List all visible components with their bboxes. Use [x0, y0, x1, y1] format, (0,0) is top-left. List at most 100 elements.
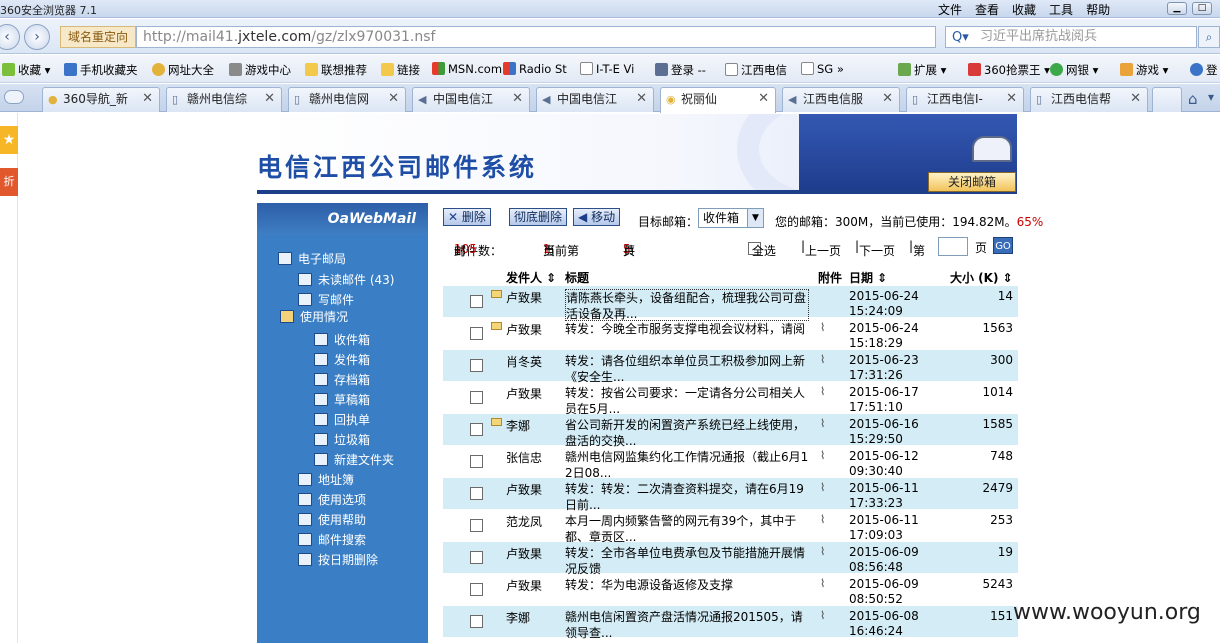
discount-icon[interactable]: 折 — [0, 168, 18, 196]
row-sender[interactable]: 李娜 — [506, 417, 562, 434]
close-mailbox-button[interactable]: 关闭邮箱 — [928, 172, 1016, 192]
table-row[interactable]: 卢致果 转发：转发：二次清查资料提交，请在6月19日前... ⌇ 2015-06… — [443, 478, 1018, 513]
tab-jx-help[interactable]: ▯ 江西电信帮 ✕ — [1030, 87, 1148, 112]
menu-help[interactable]: 帮助 — [1086, 1, 1110, 18]
row-sender[interactable]: 卢致果 — [506, 577, 562, 594]
tab-ct-jx-1[interactable]: ◀ 中国电信江 ✕ — [412, 87, 530, 112]
row-subject[interactable]: 转发：华为电源设备返修及支撑 — [565, 577, 809, 609]
close-icon[interactable]: ✕ — [636, 88, 647, 110]
fav-login[interactable]: 登录 -- — [655, 62, 706, 78]
tab-list-icon[interactable]: ▾ — [1208, 90, 1214, 104]
row-subject[interactable]: 转发：转发：二次清查资料提交，请在6月19日前... — [565, 481, 809, 513]
sidebar-item-delete-by-date[interactable]: 按日期删除 — [298, 551, 378, 568]
sidebar-item-compose[interactable]: 写邮件 — [298, 291, 354, 308]
row-checkbox[interactable] — [470, 423, 483, 436]
close-icon[interactable]: ✕ — [758, 88, 769, 110]
fav-games[interactable]: 游戏中心 — [229, 62, 291, 78]
delete-button[interactable]: ✕ 删除 — [443, 208, 491, 226]
star-icon[interactable]: ★ — [0, 126, 18, 154]
sidebar-item-receipts[interactable]: 回执单 — [314, 411, 370, 428]
menu-tools[interactable]: 工具 — [1049, 1, 1073, 18]
sidebar-item-unread[interactable]: 未读邮件 (43) — [298, 271, 394, 288]
tab-360-nav[interactable]: ● 360导航_新 ✕ — [42, 87, 160, 112]
header-size[interactable]: 大小 (K) ⇕ — [950, 269, 1013, 286]
row-checkbox[interactable] — [470, 551, 483, 564]
row-subject[interactable]: 转发：按省公司要求：一定请各分公司相关人员在5月... — [565, 385, 809, 417]
row-checkbox[interactable] — [470, 583, 483, 596]
maximize-icon[interactable]: □ — [1192, 2, 1212, 15]
fav-tickets[interactable]: 360抢票王 ▾ — [968, 62, 1050, 78]
fav-login-2[interactable]: 登 — [1190, 62, 1218, 78]
close-icon[interactable]: ✕ — [142, 88, 153, 110]
row-sender[interactable]: 李娜 — [506, 609, 562, 626]
tab-ct-jx-2[interactable]: ◀ 中国电信江 ✕ — [536, 87, 654, 112]
row-sender[interactable]: 张信忠 — [506, 449, 562, 466]
table-row[interactable]: 肖冬英 转发：请各位组织本单位员工积极参加网上新《安全生... ⌇ 2015-0… — [443, 350, 1018, 385]
row-sender[interactable]: 卢致果 — [506, 481, 562, 498]
row-subject[interactable]: 转发：请各位组织本单位员工积极参加网上新《安全生... — [565, 353, 809, 385]
go-button[interactable]: GO — [993, 237, 1013, 254]
search-engine-icon[interactable]: Q▾ — [952, 30, 969, 45]
row-checkbox[interactable] — [470, 295, 483, 308]
menu-favorites[interactable]: 收藏 — [1012, 1, 1036, 18]
sidebar-item-post-office[interactable]: 电子邮局 — [278, 250, 346, 267]
fav-sg[interactable]: SG » — [801, 62, 844, 76]
sidebar-item-help[interactable]: 使用帮助 — [298, 511, 366, 528]
table-row[interactable]: 卢致果 转发：按省公司要求：一定请各分公司相关人员在5月... ⌇ 2015-0… — [443, 382, 1018, 417]
row-checkbox[interactable] — [470, 359, 483, 372]
sidebar-item-new-folder[interactable]: 新建文件夹 — [314, 451, 394, 468]
fav-extensions[interactable]: 扩展 ▾ — [898, 62, 946, 78]
row-checkbox[interactable] — [470, 615, 483, 628]
new-tab-button[interactable] — [1152, 87, 1182, 112]
menu-file[interactable]: 文件 — [938, 1, 962, 18]
sidebar-item-archive[interactable]: 存档箱 — [314, 371, 370, 388]
table-row[interactable]: 卢致果 请陈燕长牵头，设备组配合，梳理我公司可盘活设备及再... 2015-06… — [443, 286, 1018, 321]
row-subject[interactable]: 转发：全市各单位电费承包及节能措施开展情况反馈 — [565, 545, 809, 577]
redirect-badge[interactable]: 域名重定向 — [60, 26, 136, 48]
search-icon[interactable]: ⌕ — [1198, 26, 1220, 48]
tab-gz-telecom-2[interactable]: ▯ 赣州电信网 ✕ — [288, 87, 406, 112]
move-button[interactable]: ◀ 移动 — [573, 208, 621, 226]
table-row[interactable]: 范龙凤 本月一周内频繁告警的网元有39个，其中于都、章贡区... ⌇ 2015-… — [443, 510, 1018, 545]
target-mailbox-select[interactable]: 收件箱 ▼ — [698, 208, 764, 228]
row-checkbox[interactable] — [470, 519, 483, 532]
row-checkbox[interactable] — [470, 391, 483, 404]
sidebar-item-outbox[interactable]: 发件箱 — [314, 351, 370, 368]
close-icon[interactable]: ✕ — [1130, 88, 1141, 110]
table-row[interactable]: 张信忠 赣州电信网监集约化工作情况通报（截止6月12日08... ⌇ 2015-… — [443, 446, 1018, 481]
close-icon[interactable]: ✕ — [388, 88, 399, 110]
header-date[interactable]: 日期 ⇕ — [849, 269, 887, 286]
row-subject[interactable]: 赣州电信闲置资产盘活情况通报201505，请领导查... — [565, 609, 809, 641]
sidebar-item-drafts[interactable]: 草稿箱 — [314, 391, 370, 408]
fav-lenovo[interactable]: 联想推荐 — [305, 62, 367, 78]
table-row[interactable]: 卢致果 转发：全市各单位电费承包及节能措施开展情况反馈 ⌇ 2015-06-09… — [443, 542, 1018, 577]
next-page-link[interactable]: | 下一页 — [855, 239, 895, 258]
row-subject[interactable]: 本月一周内频繁告警的网元有39个，其中于都、章贡区... — [565, 513, 809, 545]
row-sender[interactable]: 卢致果 — [506, 545, 562, 562]
menu-view[interactable]: 查看 — [975, 1, 999, 18]
fav-msn[interactable]: MSN.com — [432, 62, 502, 76]
fav-collect[interactable]: 收藏 ▾ — [2, 62, 50, 78]
row-subject[interactable]: 赣州电信网监集约化工作情况通报（截止6月12日08... — [565, 449, 809, 481]
row-sender[interactable]: 范龙凤 — [506, 513, 562, 530]
close-icon[interactable]: ✕ — [512, 88, 523, 110]
sidebar-item-search[interactable]: 邮件搜索 — [298, 531, 366, 548]
sidebar-item-address-book[interactable]: 地址簿 — [298, 471, 354, 488]
header-sender[interactable]: 发件人 ⇕ — [506, 269, 556, 286]
row-sender[interactable]: 卢致果 — [506, 321, 562, 338]
fav-sites[interactable]: 网址大全 — [152, 62, 214, 78]
fav-mobile[interactable]: 手机收藏夹 — [64, 62, 138, 78]
tab-active-mail[interactable]: ◉ 祝丽仙 ✕ — [660, 87, 776, 113]
sidebar-item-usage[interactable]: 使用情况 — [280, 308, 348, 325]
row-subject[interactable]: 转发：今晚全市服务支撑电视会议材料，请阅 — [565, 321, 809, 353]
prev-page-link[interactable]: | 上一页 — [801, 239, 841, 258]
close-icon[interactable]: ✕ — [1006, 88, 1017, 110]
row-sender[interactable]: 卢致果 — [506, 289, 562, 306]
minimize-icon[interactable]: ▁ — [1167, 2, 1187, 15]
row-subject[interactable]: 请陈燕长牵头，设备组配合，梳理我公司可盘活设备及再... — [565, 289, 809, 321]
row-sender[interactable]: 肖冬英 — [506, 353, 562, 370]
search-input[interactable]: 习近平出席抗战阅兵 — [945, 26, 1197, 48]
delete-permanent-button[interactable]: 彻底删除 — [509, 208, 568, 226]
url-input[interactable]: http://mail41.jxtele.com/gz/zlx970031.ns… — [136, 26, 936, 48]
tab-gz-telecom-1[interactable]: ▯ 赣州电信综 ✕ — [166, 87, 282, 112]
